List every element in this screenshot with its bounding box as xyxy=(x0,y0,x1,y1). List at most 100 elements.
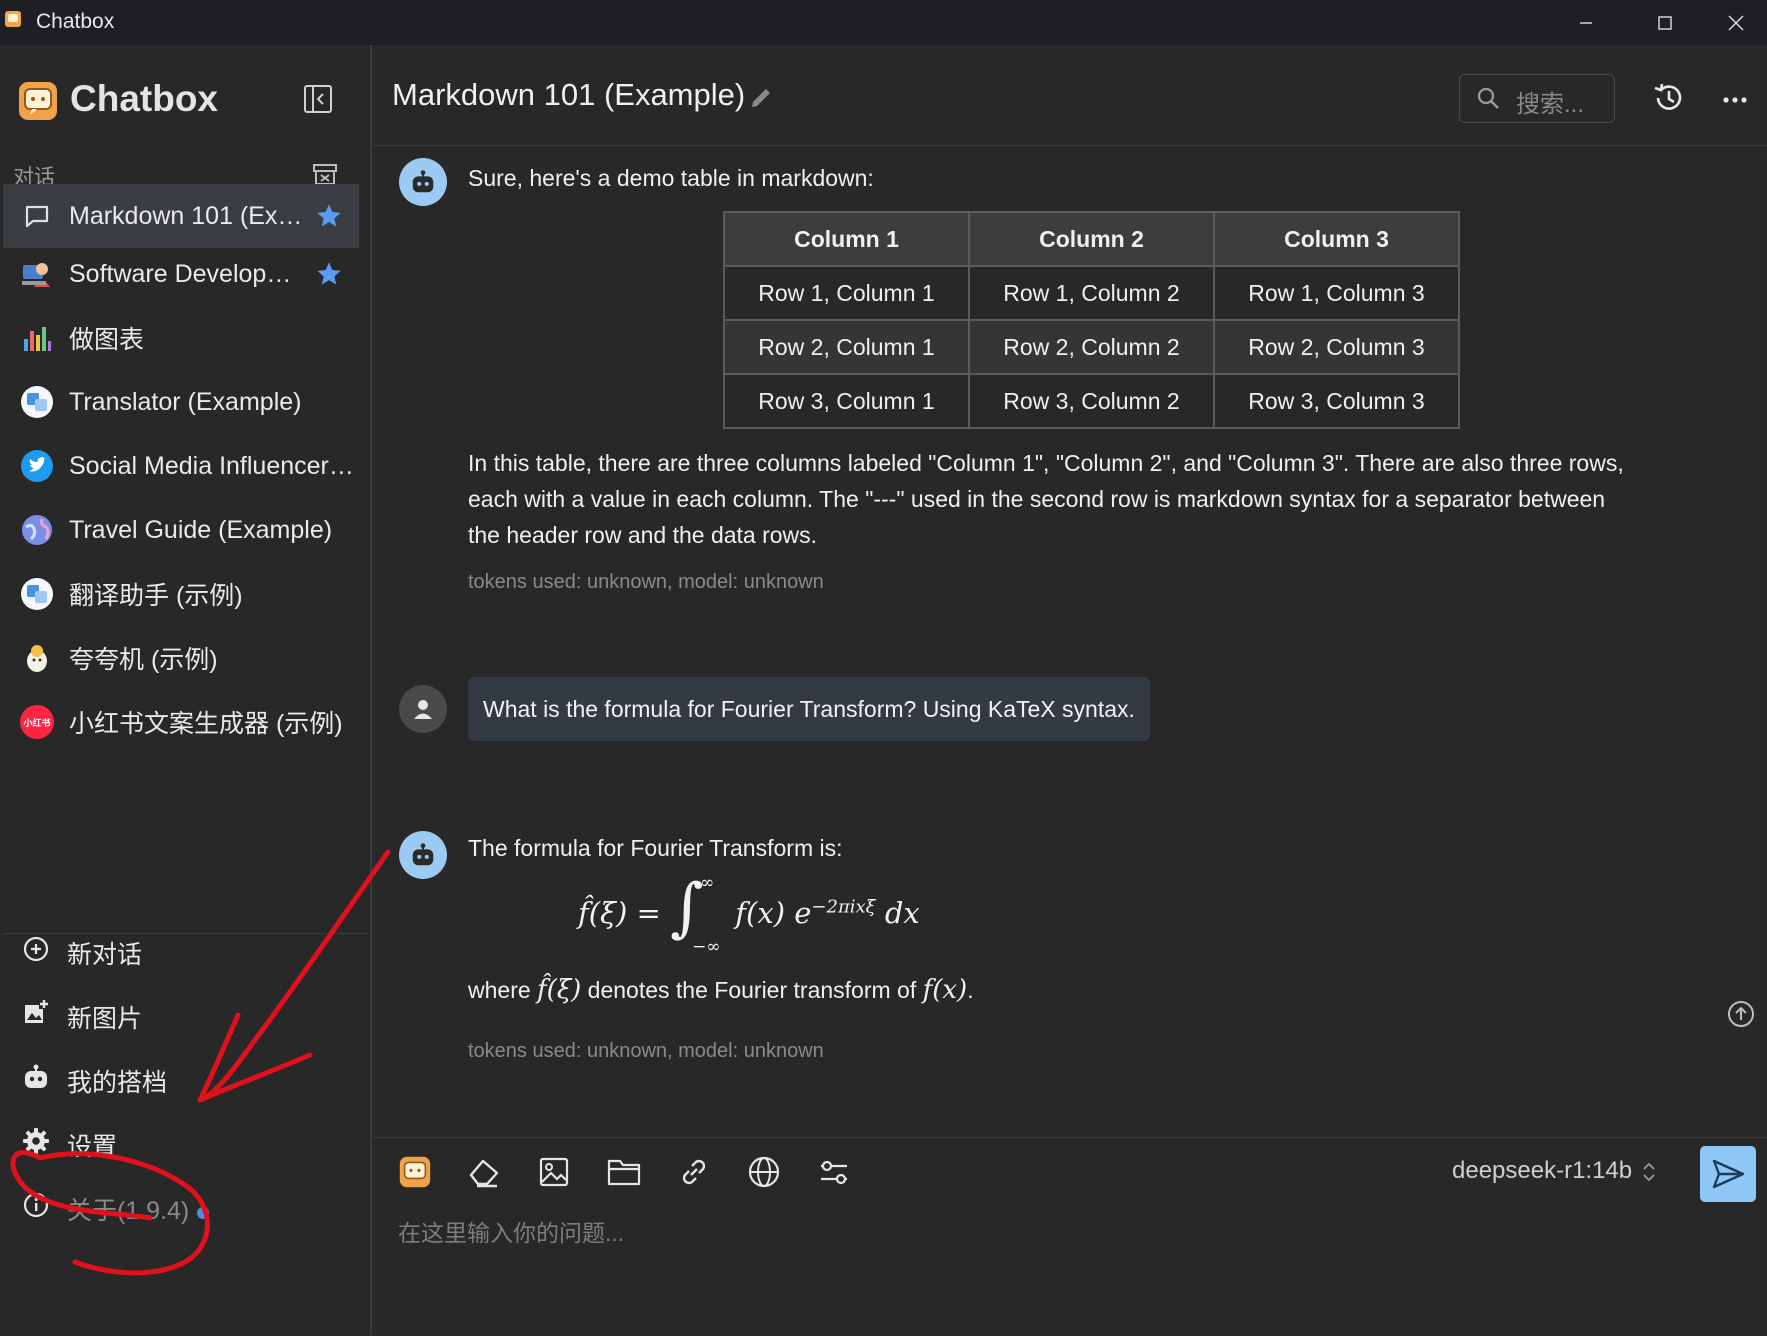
fourier-formula: f̂(ξ) = ∫ ∞ −∞ f(x) e−2πixξ dx xyxy=(578,871,920,957)
star-icon[interactable] xyxy=(315,260,343,288)
formula-lhs: f̂(ξ) = xyxy=(578,896,661,930)
minimize-icon xyxy=(1580,21,1592,24)
conversation-label: Markdown 101 (Ex… xyxy=(69,201,303,230)
update-badge xyxy=(197,1207,209,1219)
conversation-item-translator[interactable]: Translator (Example) xyxy=(3,370,359,434)
about-button[interactable]: 关于(1.9.4) xyxy=(3,1173,359,1237)
search-placeholder: 搜索... xyxy=(1516,91,1585,118)
brand-name: Chatbox xyxy=(70,78,218,119)
table-header-cell: Column 1 xyxy=(723,211,970,267)
copilot-picker-button[interactable] xyxy=(395,1152,435,1192)
twitter-avatar-icon xyxy=(19,448,55,484)
more-options-icon[interactable] xyxy=(1720,85,1750,115)
send-icon xyxy=(1712,1159,1745,1189)
search-icon xyxy=(1477,87,1499,109)
table-cell: Row 3, Column 3 xyxy=(1213,373,1460,429)
my-copilots-button[interactable]: 我的搭档 xyxy=(3,1045,359,1109)
person-icon xyxy=(414,700,432,719)
user-avatar xyxy=(399,685,447,733)
scroll-to-top-icon[interactable] xyxy=(1726,999,1756,1029)
conversation-item-travel-guide[interactable]: Travel Guide (Example) xyxy=(3,498,359,562)
assistant-message-intro: The formula for Fourier Transform is: xyxy=(468,835,843,861)
table-cell: Row 1, Column 3 xyxy=(1213,265,1460,321)
sliders-icon xyxy=(821,1160,847,1185)
integral-sign: ∫ ∞ −∞ xyxy=(670,871,721,957)
web-browsing-button[interactable] xyxy=(744,1152,784,1192)
conversation-label: 做图表 xyxy=(69,326,145,354)
window-title: Chatbox xyxy=(36,10,115,33)
new-chat-button[interactable]: 新对话 xyxy=(3,917,359,981)
table-cell: Row 2, Column 1 xyxy=(723,319,970,375)
conversation-item-make-chart[interactable]: 做图表 xyxy=(3,306,359,370)
integral-lower-limit: −∞ xyxy=(692,937,721,957)
settings-label: 设置 xyxy=(67,1133,118,1161)
assistant-message-where: where f̂(ξ) denotes the Fourier transfor… xyxy=(468,972,974,1008)
link-icon xyxy=(682,1159,706,1185)
edit-title-icon[interactable] xyxy=(748,85,774,111)
table-cell: Row 1, Column 2 xyxy=(968,265,1215,321)
cheer-avatar-icon xyxy=(19,640,55,676)
collapse-sidebar-icon[interactable] xyxy=(303,83,333,115)
message-input[interactable]: 在这里输入你的问题... xyxy=(398,1214,1698,1248)
add-image-icon xyxy=(25,1000,48,1023)
body-line: In this table, there are three columns l… xyxy=(468,450,1624,476)
search-button[interactable]: 搜索... xyxy=(1459,74,1615,123)
history-icon[interactable] xyxy=(1650,80,1686,116)
chatbox-logo-icon xyxy=(399,1156,431,1188)
robot-icon xyxy=(412,843,434,866)
new-image-button[interactable]: 新图片 xyxy=(3,981,359,1045)
formula-exponent: −2πixξ xyxy=(811,896,876,918)
conversation-item-translation-assistant[interactable]: 翻译助手 (示例) xyxy=(3,562,359,626)
table-cell: Row 1, Column 1 xyxy=(723,265,970,321)
maximize-icon xyxy=(1658,15,1672,30)
close-button[interactable] xyxy=(1705,0,1767,45)
conversation-item-social-media-influencer[interactable]: Social Media Influencer … xyxy=(3,434,359,498)
conversation-label: 夸夸机 (示例) xyxy=(69,646,218,674)
markdown-table: Column 1 Column 2 Column 3 Row 1, Column… xyxy=(723,211,1460,429)
formula-integrand: f(x) e xyxy=(735,896,812,930)
table-row: Row 2, Column 1 Row 2, Column 2 Row 2, C… xyxy=(723,319,1460,375)
chat-header: Markdown 101 (Example) 搜索... xyxy=(372,45,1767,146)
plus-circle-icon xyxy=(23,936,49,962)
user-message-bubble: What is the formula for Fourier Transfor… xyxy=(468,677,1150,741)
where-text: denotes the Fourier transform of xyxy=(581,977,923,1003)
assistant-message-intro: Sure, here's a demo table in markdown: xyxy=(468,165,874,191)
conversation-item-praise-bot[interactable]: 夸夸机 (示例) xyxy=(3,626,359,690)
star-icon[interactable] xyxy=(315,202,343,230)
developer-avatar-icon xyxy=(19,256,55,292)
chatbox-logo-icon xyxy=(19,82,57,120)
new-chat-label: 新对话 xyxy=(67,941,143,969)
robot-icon xyxy=(412,170,434,193)
inline-math: f(x) xyxy=(922,975,968,1005)
integral-upper-limit: ∞ xyxy=(700,873,715,893)
where-text: where xyxy=(468,977,538,1003)
clear-context-button[interactable] xyxy=(464,1152,504,1192)
info-icon xyxy=(23,1192,49,1218)
maximize-button[interactable] xyxy=(1625,0,1705,45)
model-selector[interactable]: deepseek-r1:14b xyxy=(1452,1157,1632,1185)
attach-link-button[interactable] xyxy=(674,1152,714,1192)
table-header-cell: Column 3 xyxy=(1213,211,1460,267)
conversation-item-xiaohongshu-generator[interactable]: 小红书 小红书文案生成器 (示例) xyxy=(3,690,359,754)
send-button[interactable] xyxy=(1700,1146,1756,1202)
assistant-message-body: In this table, there are three columns l… xyxy=(468,445,1624,553)
body-line: each with a value in each column. The "-… xyxy=(468,486,1606,512)
chatbox-app-icon xyxy=(5,11,21,27)
settings-button[interactable]: 设置 xyxy=(3,1109,359,1173)
table-row: Row 3, Column 1 Row 3, Column 2 Row 3, C… xyxy=(723,373,1460,429)
conversation-item-software-developer[interactable]: Software Develop… xyxy=(3,242,359,306)
minimize-button[interactable] xyxy=(1546,0,1626,45)
attach-file-button[interactable] xyxy=(604,1152,644,1192)
formula-dx: dx xyxy=(884,896,920,930)
my-copilots-label: 我的搭档 xyxy=(67,1069,168,1097)
conversation-label: Software Develop… xyxy=(69,259,292,288)
table-header-cell: Column 2 xyxy=(968,211,1215,267)
attach-image-button[interactable] xyxy=(534,1152,574,1192)
table-cell: Row 2, Column 2 xyxy=(968,319,1215,375)
chevron-updown-icon[interactable] xyxy=(1640,1160,1658,1184)
chat-settings-button[interactable] xyxy=(814,1152,854,1192)
globe-icon xyxy=(748,1156,780,1188)
conversation-item-markdown-101[interactable]: Markdown 101 (Ex… xyxy=(3,184,359,248)
globe-avatar-icon xyxy=(19,512,55,548)
assistant-avatar xyxy=(399,158,447,206)
